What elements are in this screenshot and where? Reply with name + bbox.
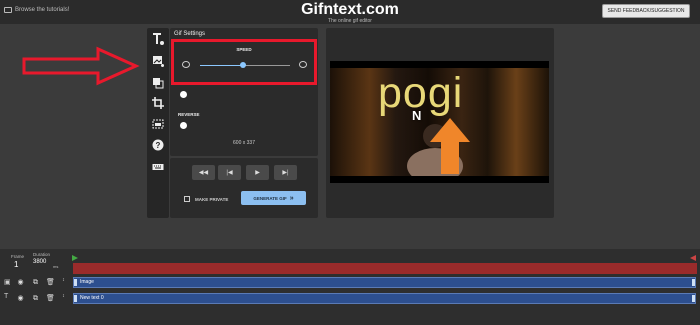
gif-preview[interactable]: pogi N xyxy=(330,61,549,183)
duplicate-icon[interactable]: ⧉ xyxy=(32,295,39,302)
next-frame-button[interactable]: ▶| xyxy=(274,165,297,180)
track-image[interactable]: Image xyxy=(73,277,696,288)
subtitle-text: N xyxy=(412,108,422,123)
track-end-handle[interactable] xyxy=(692,295,695,302)
frame-label: Frame xyxy=(11,254,25,259)
transparent-toggle[interactable] xyxy=(180,91,187,98)
previous-frame-button[interactable]: |◀ xyxy=(218,165,241,180)
annotation-arrow-icon xyxy=(22,46,140,86)
layers-icon[interactable] xyxy=(151,76,165,90)
top-bar: Browse the tutorials! Gifntext.com The o… xyxy=(0,0,700,24)
visibility-icon[interactable]: ◉ xyxy=(17,295,24,302)
delete-icon[interactable]: 🗑 xyxy=(46,279,55,286)
track-name: Image xyxy=(80,279,94,285)
track-start-handle[interactable] xyxy=(74,279,77,286)
send-feedback-button[interactable]: SEND FEEDBACK/SUGGESTION xyxy=(602,4,690,18)
gif-dimensions: 600 x 337 xyxy=(233,140,255,146)
reorder-icon[interactable]: ↕ xyxy=(60,277,67,284)
start-marker-icon xyxy=(72,255,78,261)
keyboard-icon[interactable] xyxy=(151,160,165,174)
tool-sidebar: ? xyxy=(147,28,169,218)
reverse-label: REVERSE xyxy=(178,112,200,117)
duration-value[interactable]: 3800 xyxy=(33,259,46,265)
video-frame: pogi N xyxy=(330,68,549,176)
track-start-handle[interactable] xyxy=(74,295,77,302)
add-text-icon[interactable] xyxy=(151,32,165,46)
end-marker-icon xyxy=(690,255,696,261)
site-tagline: The online gif editor xyxy=(328,18,372,24)
make-private-checkbox[interactable] xyxy=(184,196,190,202)
add-image-icon[interactable] xyxy=(151,54,165,68)
frame-value[interactable]: 1 xyxy=(14,260,18,269)
rewind-button[interactable]: ◀◀ xyxy=(192,165,215,180)
track-name: New text 0 xyxy=(80,295,104,301)
timeline-ruler[interactable] xyxy=(73,263,697,274)
playback-panel: ◀◀ |◀ ▶ ▶| MAKE PRIVATE GENERATE GIF » xyxy=(170,158,318,218)
delete-icon[interactable]: 🗑 xyxy=(46,295,55,302)
duplicate-icon[interactable]: ⧉ xyxy=(32,279,39,286)
visibility-icon[interactable]: ◉ xyxy=(17,279,24,286)
generate-gif-button[interactable]: GENERATE GIF » xyxy=(241,191,306,205)
double-chevron-icon: » xyxy=(289,194,294,202)
track-text[interactable]: New text 0 xyxy=(73,293,696,304)
highlight-box xyxy=(171,39,317,85)
panel-title: Gif Settings xyxy=(174,31,206,37)
reverse-toggle[interactable] xyxy=(180,122,187,129)
text-layer-icon: T xyxy=(4,293,9,300)
duration-unit: ms xyxy=(53,264,59,269)
duration-label: Duration xyxy=(33,252,51,257)
help-icon[interactable]: ? xyxy=(151,138,165,152)
gif-settings-icon[interactable] xyxy=(151,117,165,131)
preview-panel: pogi N xyxy=(326,28,554,218)
play-button[interactable]: ▶ xyxy=(246,165,269,180)
site-logo: Gifntext.com xyxy=(301,1,399,18)
track-end-handle[interactable] xyxy=(692,279,695,286)
move-arrow-icon[interactable] xyxy=(428,116,472,176)
reorder-icon[interactable]: ↕ xyxy=(60,293,67,300)
image-layer-icon: ▣ xyxy=(4,279,11,286)
crop-icon[interactable] xyxy=(151,96,165,110)
generate-gif-label: GENERATE GIF xyxy=(253,195,287,201)
make-private-label: MAKE PRIVATE xyxy=(195,197,229,202)
svg-text:?: ? xyxy=(156,141,161,150)
